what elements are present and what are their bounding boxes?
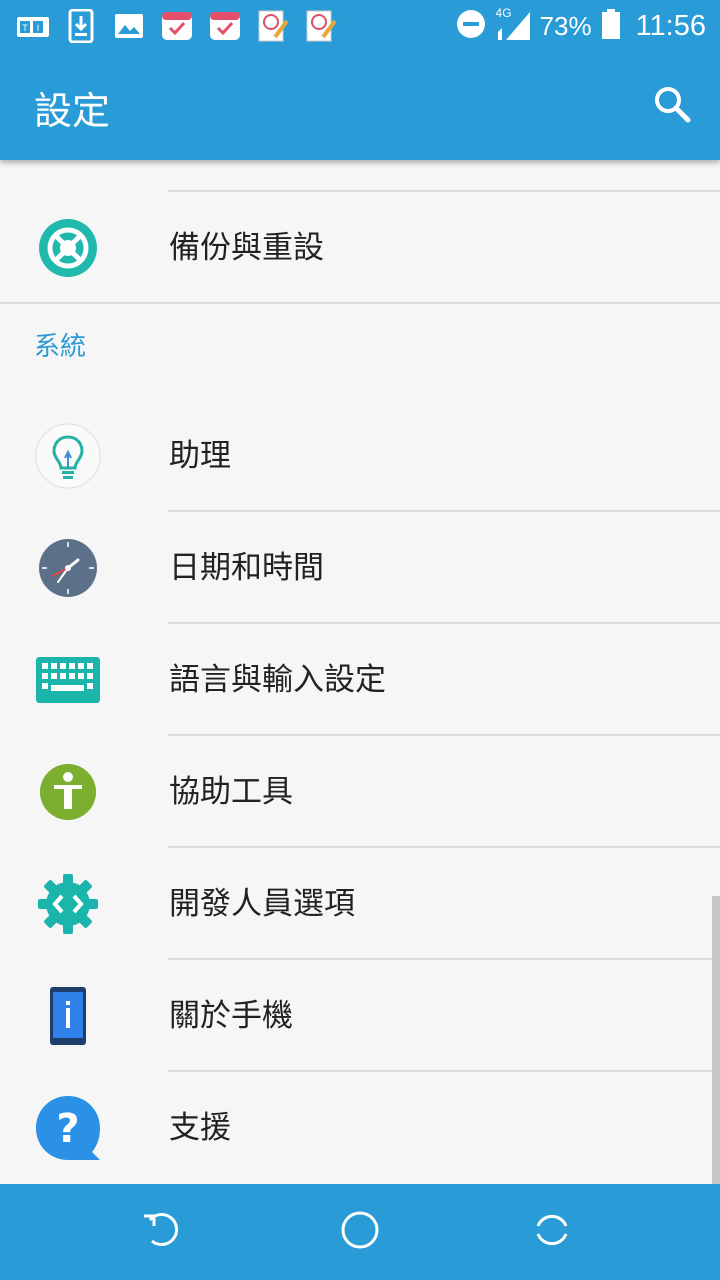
home-button[interactable]	[330, 1202, 390, 1262]
home-icon	[340, 1210, 380, 1254]
image-icon	[112, 9, 146, 43]
lightbulb-icon	[34, 422, 102, 490]
search-icon	[652, 84, 692, 128]
setting-support[interactable]: ? 支援	[0, 1072, 720, 1184]
backup-icon	[34, 214, 102, 282]
clock: 11:56	[635, 9, 706, 42]
setting-label: 助理	[169, 438, 231, 474]
setting-label: 支援	[169, 1110, 231, 1146]
setting-accessibility[interactable]: 協助工具	[0, 736, 720, 848]
calendar-check-icon	[208, 9, 242, 43]
recents-icon	[532, 1210, 572, 1254]
setting-label: 日期和時間	[169, 550, 324, 586]
svg-text:?: ?	[56, 1106, 79, 1152]
battery-icon	[601, 9, 620, 43]
search-button[interactable]	[646, 80, 698, 132]
svg-text:I: I	[37, 23, 40, 33]
setting-label: 備份與重設	[169, 230, 324, 266]
divider	[0, 302, 720, 304]
setting-label: 協助工具	[169, 774, 293, 810]
tv-icon: TI	[16, 9, 50, 43]
notification-icons: TI	[16, 6, 338, 46]
setting-language-input[interactable]: 語言與輸入設定	[0, 624, 720, 736]
setting-label: 開發人員選項	[169, 886, 355, 922]
setting-developer-options[interactable]: 開發人員選項	[0, 848, 720, 960]
setting-assistant[interactable]: 助理	[0, 400, 720, 512]
scrollbar[interactable]	[712, 896, 720, 1184]
phone-info-icon	[34, 982, 102, 1050]
battery-percent: 73%	[539, 10, 592, 41]
signal-icon: 4G	[496, 6, 530, 42]
back-button[interactable]	[130, 1202, 190, 1262]
network-type: 4G	[495, 6, 512, 20]
keyboard-icon	[34, 646, 102, 714]
app-bar: 設定	[0, 52, 720, 160]
notepad-icon	[256, 9, 290, 43]
download-icon	[64, 9, 98, 43]
do-not-disturb-icon	[456, 9, 486, 43]
status-bar: TI 4G 73% 11:56	[0, 0, 720, 52]
setting-date-time[interactable]: 日期和時間	[0, 512, 720, 624]
clock-icon	[34, 534, 102, 602]
section-header-system: 系統	[34, 332, 87, 362]
svg-text:T: T	[22, 23, 28, 33]
help-icon: ?	[34, 1094, 102, 1162]
navigation-bar	[0, 1184, 720, 1280]
page-title: 設定	[34, 89, 111, 133]
developer-gear-icon	[34, 870, 102, 938]
back-icon	[140, 1210, 180, 1254]
settings-list: 備份與重設 系統 助理 日期和時間 語言與輸入設定 協助工具 開發人員選項 關於…	[0, 160, 720, 1184]
notepad-icon	[304, 9, 338, 43]
status-right: 4G 73% 11:56	[456, 6, 706, 46]
setting-backup-reset[interactable]: 備份與重設	[0, 192, 720, 304]
setting-about-phone[interactable]: 關於手機	[0, 960, 720, 1072]
setting-label: 關於手機	[169, 998, 293, 1034]
calendar-check-icon	[160, 9, 194, 43]
accessibility-icon	[34, 758, 102, 826]
setting-label: 語言與輸入設定	[169, 662, 386, 698]
recents-button[interactable]	[522, 1202, 582, 1262]
